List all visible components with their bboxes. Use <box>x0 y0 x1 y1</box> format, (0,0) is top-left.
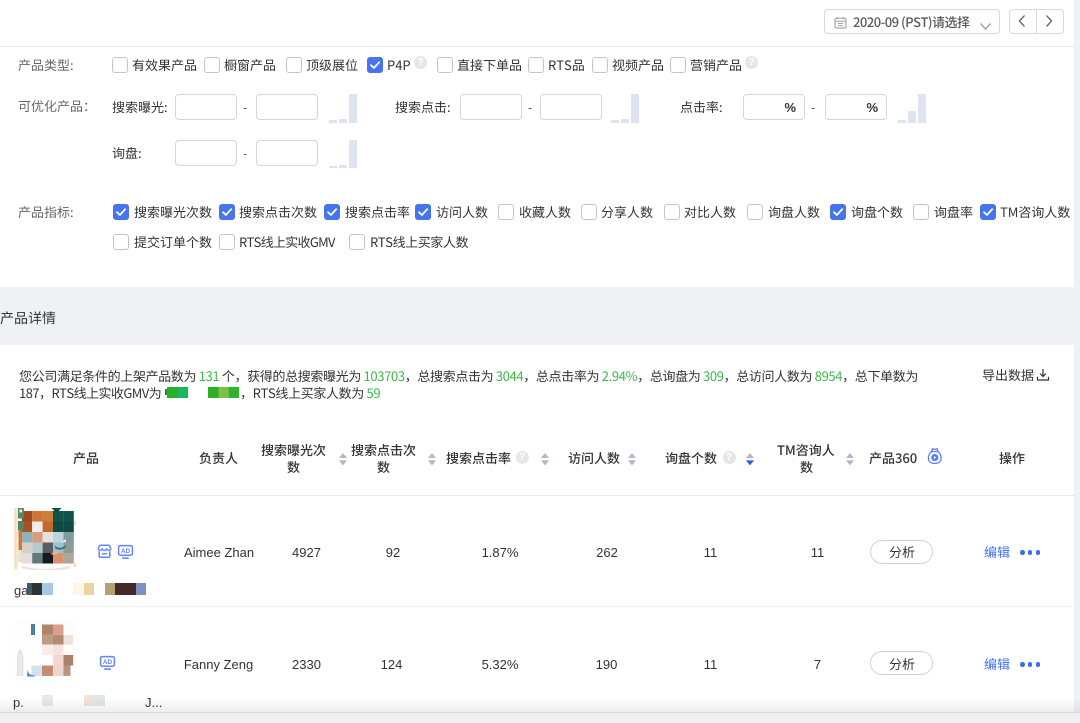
svg-text:AD: AD <box>103 659 113 666</box>
